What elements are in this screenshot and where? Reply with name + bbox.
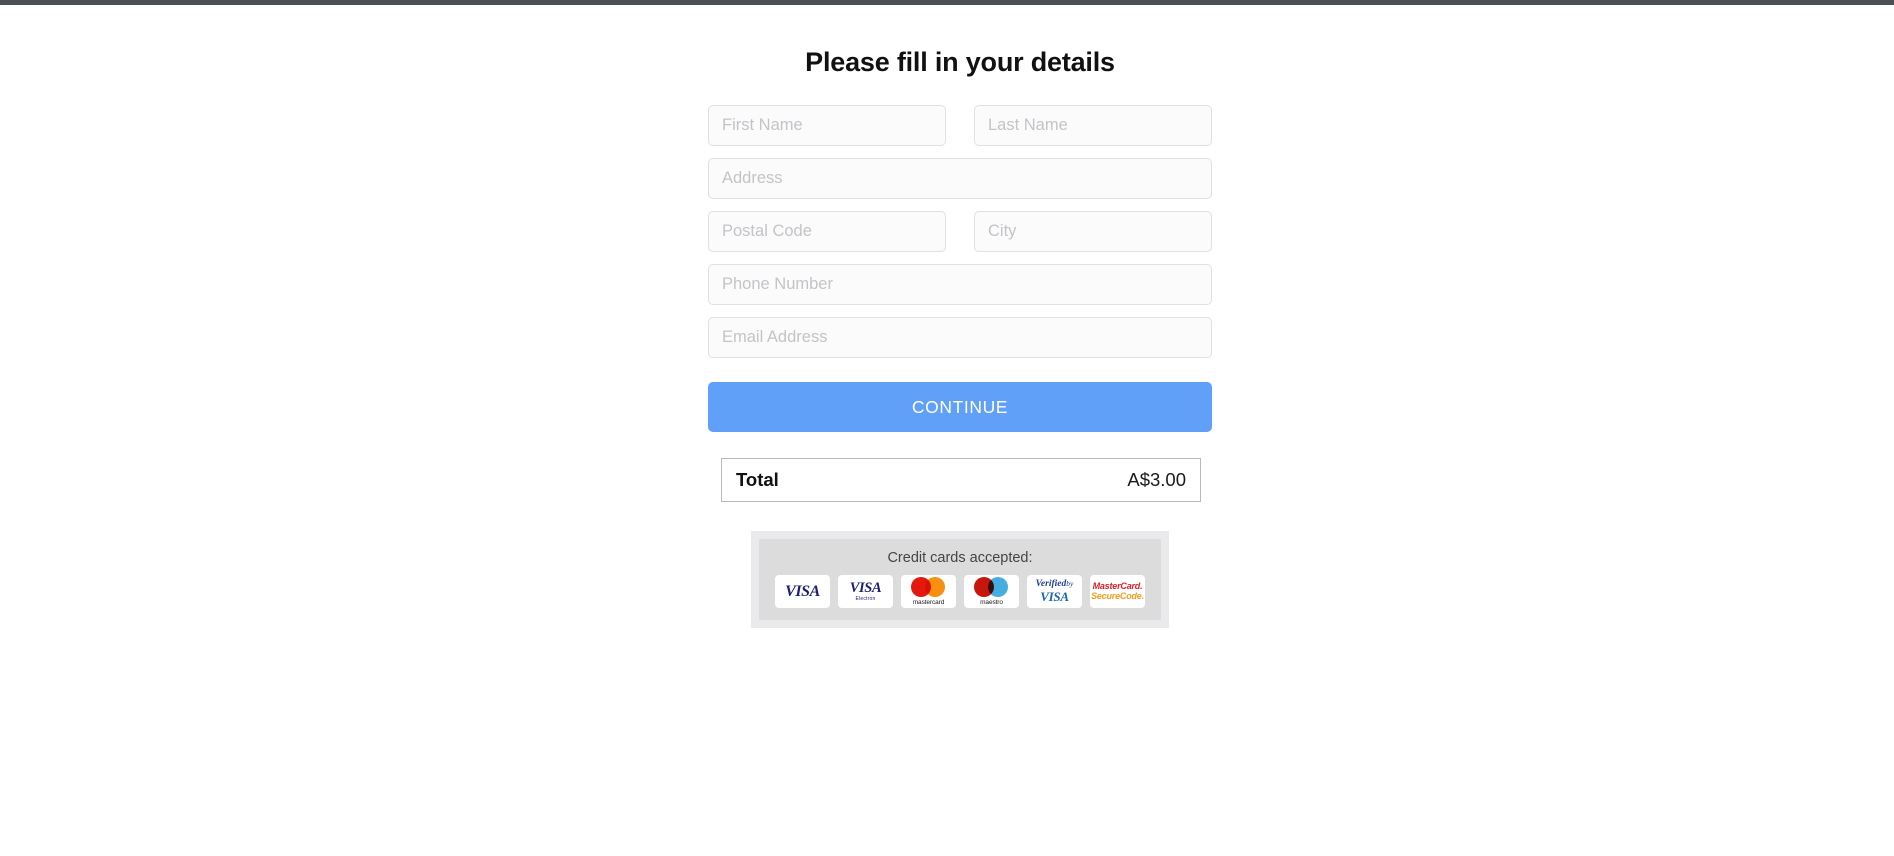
verified-word: Verified <box>1035 578 1067 589</box>
checkout-column: Please fill in your details CONTINUE <box>708 5 1212 628</box>
postal-city-row <box>708 211 1212 252</box>
visa-wordmark: VISA <box>785 582 820 600</box>
checkout-page: Please fill in your details CONTINUE <box>0 5 1894 856</box>
email-address-input[interactable] <box>708 317 1212 358</box>
maestro-blue-circle <box>987 577 1008 597</box>
postal-code-input[interactable] <box>708 211 946 252</box>
first-name-input[interactable] <box>708 105 946 146</box>
phone-row <box>708 264 1212 305</box>
address-input[interactable] <box>708 158 1212 199</box>
total-summary-box: Total A$3.00 <box>721 458 1201 502</box>
securecode-mastercard-word: MasterCard. <box>1092 581 1143 591</box>
page-title: Please fill in your details <box>805 47 1115 77</box>
by-word: by <box>1066 578 1074 588</box>
securecode-word: SecureCode. <box>1091 591 1144 601</box>
phone-number-input[interactable] <box>708 264 1212 305</box>
mastercard-orange-circle <box>924 577 945 597</box>
visa-electron-logo-icon: VISA Electron <box>838 575 893 608</box>
name-row <box>708 105 1212 146</box>
accepted-cards-inner: Credit cards accepted: VISA VISA Electro… <box>759 539 1161 620</box>
mastercard-wordmark: mastercard <box>912 598 945 606</box>
maestro-wordmark: maestro <box>980 598 1003 606</box>
verified-by-visa-wordmark: VISA <box>1040 589 1069 605</box>
last-name-input[interactable] <box>974 105 1212 146</box>
continue-button[interactable]: CONTINUE <box>708 382 1212 432</box>
total-amount: A$3.00 <box>1127 469 1186 490</box>
address-row <box>708 158 1212 199</box>
accepted-cards-caption: Credit cards accepted: <box>887 550 1033 566</box>
mastercard-securecode-logo-icon: MasterCard. SecureCode. <box>1090 575 1145 608</box>
maestro-circles <box>972 577 1012 597</box>
maestro-logo-icon: maestro <box>964 575 1019 608</box>
details-form: CONTINUE <box>708 105 1212 432</box>
email-row <box>708 317 1212 358</box>
visa-electron-wordmark: VISA <box>849 580 882 596</box>
mastercard-circles <box>909 577 949 597</box>
visa-logo-icon: VISA <box>775 575 830 608</box>
verified-by-visa-top-line: Verifiedby <box>1035 578 1074 590</box>
total-label: Total <box>736 469 779 490</box>
city-input[interactable] <box>974 211 1212 252</box>
mastercard-logo-icon: mastercard <box>901 575 956 608</box>
visa-electron-subword: Electron <box>855 596 876 602</box>
accepted-cards-panel: Credit cards accepted: VISA VISA Electro… <box>751 531 1169 628</box>
card-logo-list: VISA VISA Electron mastercard maestro Ve… <box>769 575 1151 608</box>
verified-by-visa-logo-icon: Verifiedby VISA <box>1027 575 1082 608</box>
